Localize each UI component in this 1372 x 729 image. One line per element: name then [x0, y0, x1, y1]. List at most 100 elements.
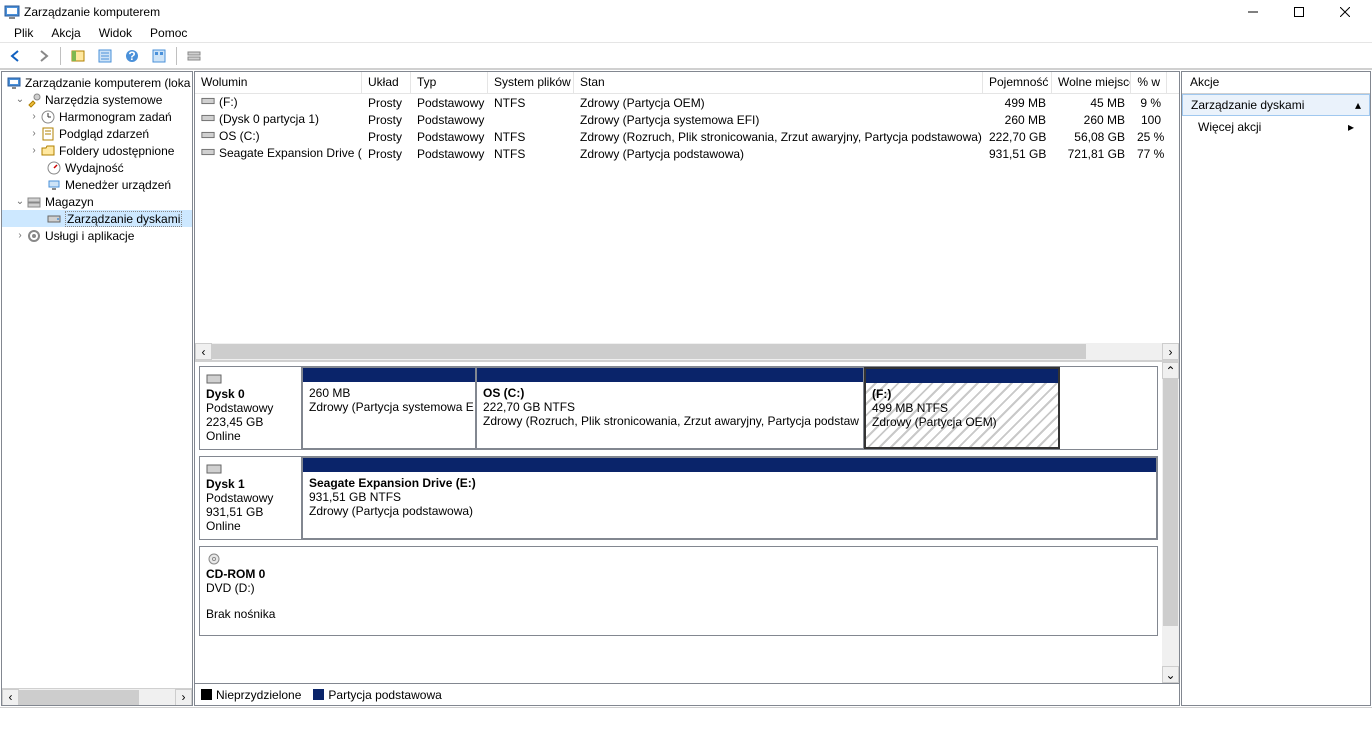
cell-volume: (Dysk 0 partycja 1) — [195, 112, 362, 127]
menu-help[interactable]: Pomoc — [142, 24, 195, 42]
help-button[interactable]: ? — [120, 45, 144, 67]
tree-services[interactable]: › Usługi i aplikacje — [2, 227, 192, 244]
actions-group-title[interactable]: Zarządzanie dyskami ▴ — [1182, 94, 1370, 116]
cdrom-icon — [206, 553, 222, 565]
table-row[interactable]: Seagate Expansion Drive (E:)ProstyPodsta… — [195, 145, 1179, 162]
forward-button[interactable] — [31, 45, 55, 67]
disk-size: 223,45 GB — [206, 415, 295, 429]
col-layout[interactable]: Układ — [362, 72, 411, 93]
disk-row-1[interactable]: Dysk 1 Podstawowy 931,51 GB Online Seaga… — [199, 456, 1158, 540]
cell-status: Zdrowy (Rozruch, Plik stronicowania, Zrz… — [574, 130, 983, 144]
partition-size: 931,51 GB NTFS — [309, 490, 1150, 504]
cell-pct: 25 % — [1131, 130, 1167, 144]
scroll-thumb[interactable] — [212, 344, 1086, 359]
table-row[interactable]: (F:)ProstyPodstawowyNTFSZdrowy (Partycja… — [195, 94, 1179, 111]
maximize-button[interactable] — [1276, 0, 1322, 23]
col-free[interactable]: Wolne miejsce — [1052, 72, 1131, 93]
tree-system-tools[interactable]: ⌄ Narzędzia systemowe — [2, 91, 192, 108]
expander-closed-icon[interactable]: › — [14, 230, 26, 241]
cell-status: Zdrowy (Partycja systemowa EFI) — [574, 113, 983, 127]
disk-list-button[interactable] — [182, 45, 206, 67]
actions-more-label: Więcej akcji — [1198, 120, 1261, 134]
actions-more[interactable]: Więcej akcji ▸ — [1182, 116, 1370, 138]
partition-oem[interactable]: (F:) 499 MB NTFS Zdrowy (Partycja OEM) — [864, 367, 1060, 449]
partition-efi[interactable]: 260 MB Zdrowy (Partycja systemowa E — [302, 367, 476, 449]
app-icon — [4, 4, 20, 20]
partition-status: Zdrowy (Partycja podstawowa) — [309, 504, 1150, 518]
disk-row-0[interactable]: Dysk 0 Podstawowy 223,45 GB Online 260 M… — [199, 366, 1158, 450]
tree-label: Zarządzanie komputerem (loka — [25, 76, 190, 90]
cell-type: Podstawowy — [411, 113, 488, 127]
partition-header — [303, 368, 475, 382]
chevron-right-icon: ▸ — [1348, 120, 1354, 134]
table-row[interactable]: OS (C:)ProstyPodstawowyNTFSZdrowy (Rozru… — [195, 128, 1179, 145]
cell-fs: NTFS — [488, 96, 574, 110]
expander-closed-icon[interactable]: › — [28, 145, 40, 156]
cell-type: Podstawowy — [411, 96, 488, 110]
minimize-button[interactable] — [1230, 0, 1276, 23]
view-settings-button[interactable] — [147, 45, 171, 67]
scroll-track[interactable] — [212, 343, 1162, 360]
col-percent[interactable]: % w — [1131, 72, 1167, 93]
col-type[interactable]: Typ — [411, 72, 488, 93]
partition-seagate[interactable]: Seagate Expansion Drive (E:) 931,51 GB N… — [302, 457, 1157, 539]
col-volume[interactable]: Wolumin — [195, 72, 362, 93]
cell-volume: OS (C:) — [195, 129, 362, 144]
back-button[interactable] — [4, 45, 28, 67]
cell-volume: (F:) — [195, 95, 362, 110]
show-hide-tree-button[interactable] — [66, 45, 90, 67]
scroll-right-icon[interactable]: › — [175, 689, 192, 706]
main-area: Zarządzanie komputerem (loka ⌄ Narzędzia… — [0, 69, 1372, 707]
tree-device-manager[interactable]: Menedżer urządzeń — [2, 176, 192, 193]
scroll-track[interactable] — [1162, 379, 1179, 666]
scroll-left-icon[interactable]: ‹ — [2, 689, 19, 706]
partition-name: OS (C:) — [483, 386, 857, 400]
tree-disk-management[interactable]: Zarządzanie dyskami — [2, 210, 192, 227]
tree-shared-folders[interactable]: › Foldery udostępnione — [2, 142, 192, 159]
grid-horizontal-scrollbar[interactable]: ‹ › — [195, 343, 1179, 360]
disk-row-cdrom[interactable]: CD-ROM 0 DVD (D:) Brak nośnika — [199, 546, 1158, 636]
menu-action[interactable]: Akcja — [43, 24, 88, 42]
disk-state: Online — [206, 519, 295, 533]
scroll-right-icon[interactable]: › — [1162, 343, 1179, 360]
legend-label: Partycja podstawowa — [328, 688, 441, 702]
disk-name: Dysk 0 — [206, 387, 295, 401]
scroll-left-icon[interactable]: ‹ — [195, 343, 212, 360]
partition-os[interactable]: OS (C:) 222,70 GB NTFS Zdrowy (Rozruch, … — [476, 367, 864, 449]
table-row[interactable]: (Dysk 0 partycja 1)ProstyPodstawowyZdrow… — [195, 111, 1179, 128]
legend-primary: Partycja podstawowa — [313, 688, 441, 702]
cell-free: 260 MB — [1052, 113, 1131, 127]
services-icon — [26, 228, 42, 244]
tree-storage[interactable]: ⌄ Magazyn — [2, 193, 192, 210]
col-filesystem[interactable]: System plików — [488, 72, 574, 93]
scroll-track[interactable] — [19, 689, 175, 706]
menu-view[interactable]: Widok — [91, 24, 140, 42]
disk-vertical-scrollbar[interactable]: ⌃ ⌄ — [1162, 362, 1179, 683]
properties-button[interactable] — [93, 45, 117, 67]
tree-scheduler[interactable]: › Harmonogram zadań — [2, 108, 192, 125]
tree-horizontal-scrollbar[interactable]: ‹ › — [2, 688, 192, 705]
tree-root[interactable]: Zarządzanie komputerem (loka — [2, 74, 192, 91]
scroll-thumb[interactable] — [19, 690, 139, 705]
scroll-down-icon[interactable]: ⌄ — [1162, 666, 1179, 683]
actions-panel: Akcje Zarządzanie dyskami ▴ Więcej akcji… — [1181, 71, 1371, 706]
partition-status: Zdrowy (Partycja systemowa E — [309, 400, 469, 414]
partition-header — [303, 458, 1156, 472]
disk-state: Online — [206, 429, 295, 443]
col-capacity[interactable]: Pojemność — [983, 72, 1052, 93]
collapse-icon[interactable]: ▴ — [1355, 98, 1361, 112]
menu-bar: Plik Akcja Widok Pomoc — [0, 23, 1372, 43]
expander-closed-icon[interactable]: › — [28, 128, 40, 139]
volume-icon — [201, 112, 215, 127]
menu-file[interactable]: Plik — [6, 24, 41, 42]
expander-open-icon[interactable]: ⌄ — [14, 94, 26, 105]
partition-size: 260 MB — [309, 386, 469, 400]
col-status[interactable]: Stan — [574, 72, 983, 93]
close-button[interactable] — [1322, 0, 1368, 23]
scroll-up-icon[interactable]: ⌃ — [1162, 362, 1179, 379]
tree-event-viewer[interactable]: › Podgląd zdarzeń — [2, 125, 192, 142]
scroll-thumb[interactable] — [1163, 379, 1178, 626]
tree-performance[interactable]: Wydajność — [2, 159, 192, 176]
expander-closed-icon[interactable]: › — [28, 111, 40, 122]
expander-open-icon[interactable]: ⌄ — [14, 196, 26, 207]
